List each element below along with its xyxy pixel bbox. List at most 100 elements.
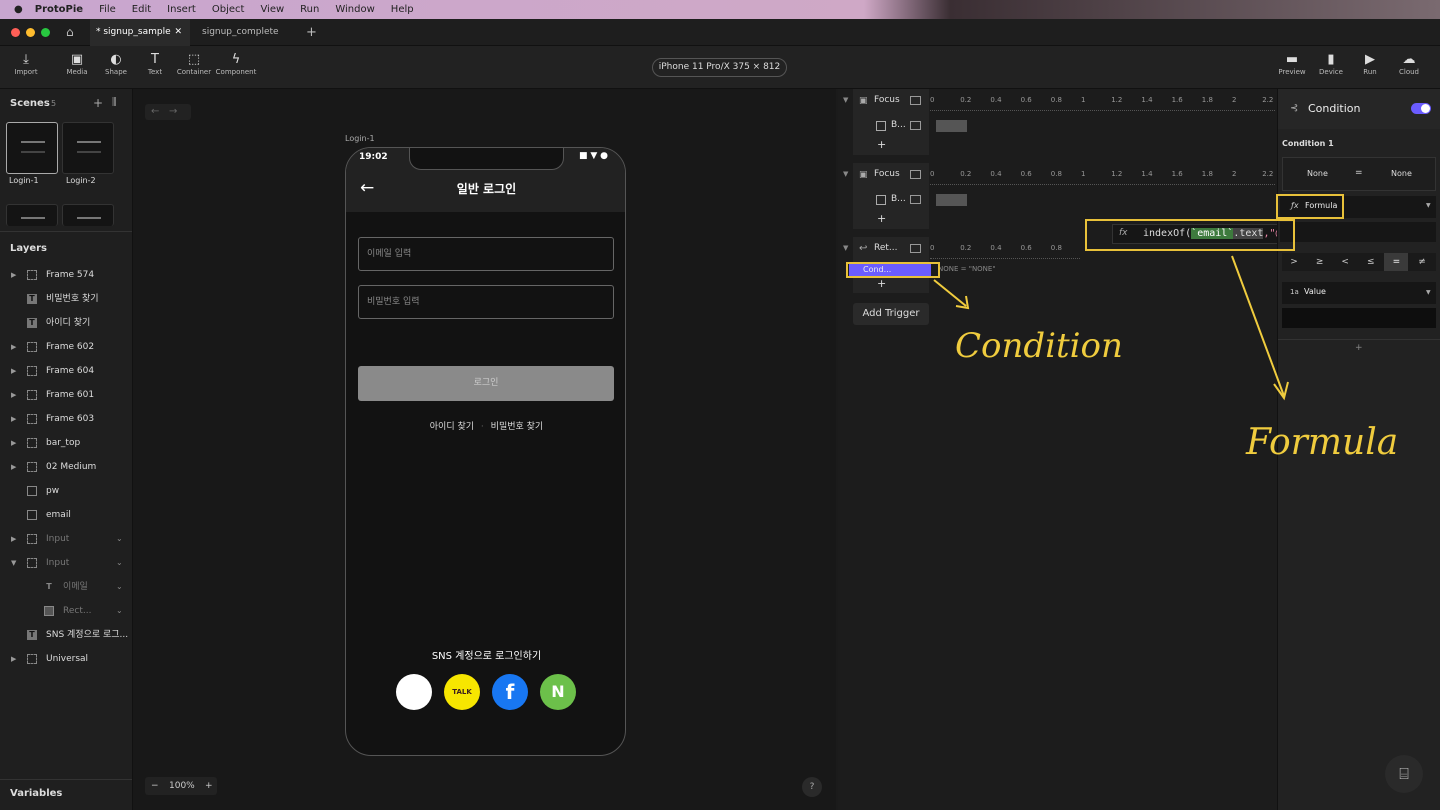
layer-row[interactable]: pw [0,479,132,503]
help-button[interactable]: ? [802,777,822,797]
visibility-chevron-icon[interactable]: ⌄ [116,575,123,599]
phone-frame[interactable]: 19:02 ■ ▼ ● ← 일반 로그인 이메일 입력 비밀번호 입력 로그인 … [345,147,626,756]
kakao-login-button[interactable]: TALK [444,674,480,710]
menu-file[interactable]: File [99,4,116,15]
timeline-ruler[interactable]: 00.20.40.60.811.21.41.61.822.2 [930,170,1275,186]
home-icon[interactable]: ⌂ [66,19,74,46]
operator-button[interactable]: > [1282,253,1306,271]
caret-right-icon[interactable]: ▶ [11,263,16,287]
menu-view[interactable]: View [260,4,284,15]
shape-button[interactable]: ◐ Shape [97,52,135,76]
visibility-chevron-icon[interactable]: ⌄ [116,551,123,575]
scene-thumb[interactable] [62,204,114,226]
caret-right-icon[interactable]: ▶ [11,359,16,383]
condition-left[interactable]: None [1307,169,1328,178]
redo-arrow-icon[interactable]: → [169,106,177,117]
visibility-chevron-icon[interactable]: ⌄ [116,527,123,551]
response-label[interactable]: B... [891,194,906,204]
find-pw-link[interactable]: 비밀번호 찾기 [491,422,544,432]
caret-right-icon[interactable]: ▶ [11,647,16,671]
minimize-window-button[interactable] [26,28,35,37]
layer-row[interactable]: ▶ Universal [0,647,132,671]
add-scene-button[interactable]: + [93,96,103,110]
naver-login-button[interactable]: N [540,674,576,710]
tab-signup-sample[interactable]: * signup_sample ✕ [90,19,190,46]
collapse-icon[interactable]: ▼ [843,96,848,104]
layer-row[interactable]: Rect... ⌄ [0,599,132,623]
device-selector[interactable]: iPhone 11 Pro/X 375 × 812 [652,58,787,77]
layer-row[interactable]: ▶ bar_top [0,431,132,455]
menu-run[interactable]: Run [300,4,319,15]
component-button[interactable]: ϟ Component [215,52,257,76]
scene-thumb-login-1[interactable] [6,122,58,174]
caret-right-icon[interactable]: ▶ [11,527,16,551]
operator-button[interactable]: = [1384,253,1409,271]
add-trigger-button[interactable]: Add Trigger [853,303,929,325]
operator-button[interactable]: ≥ [1308,253,1332,271]
response-label[interactable]: B... [891,120,906,130]
caret-down-icon[interactable]: ▼ [11,551,16,575]
menu-help[interactable]: Help [391,4,414,15]
value-input[interactable] [1282,308,1436,328]
layer-row[interactable]: ▶ Frame 601 [0,383,132,407]
run-button[interactable]: ▶ Run [1351,52,1389,76]
scene-thumb-login-2[interactable] [62,122,114,174]
layer-row[interactable]: ▶ Frame 604 [0,359,132,383]
visibility-chevron-icon[interactable]: ⌄ [116,599,123,623]
login-button[interactable]: 로그인 [358,366,614,401]
layer-row[interactable]: ▶ Frame 574 [0,263,132,287]
app-menu[interactable]: ProtoPie [35,4,83,15]
response-bar[interactable] [936,194,967,206]
menu-window[interactable]: Window [335,4,374,15]
value-select[interactable]: 1a Value ▼ [1282,282,1436,304]
add-tab-button[interactable]: + [306,19,317,46]
zoom-window-button[interactable] [41,28,50,37]
layer-row[interactable]: ▶ 02 Medium [0,455,132,479]
import-button[interactable]: ⤓ Import [7,52,45,76]
close-window-button[interactable] [11,28,20,37]
layer-row[interactable]: T 이메일 ⌄ [0,575,132,599]
close-tab-icon[interactable]: ✕ [174,19,182,46]
layer-row[interactable]: ▶ Frame 603 [0,407,132,431]
operator-button[interactable]: ≠ [1410,253,1434,271]
response-bar[interactable] [936,120,967,132]
add-response-button[interactable]: + [877,277,886,290]
zoom-in-button[interactable]: + [205,777,213,795]
text-button[interactable]: T Text [136,52,174,76]
email-field[interactable]: 이메일 입력 [358,237,614,271]
caret-right-icon[interactable]: ▶ [11,431,16,455]
scan-text-icon[interactable]: ⌸ [1385,755,1423,793]
collapse-icon[interactable]: ▼ [843,244,848,252]
facebook-login-button[interactable]: f [492,674,528,710]
apple-icon[interactable]: ● [14,4,23,15]
operator-button[interactable]: < [1333,253,1357,271]
menu-object[interactable]: Object [212,4,245,15]
add-response-button[interactable]: + [877,212,886,225]
preview-button[interactable]: ▬ Preview [1273,52,1311,76]
caret-right-icon[interactable]: ▶ [11,335,16,359]
zoom-out-button[interactable]: − [151,777,159,795]
layer-row[interactable]: email [0,503,132,527]
condition-right[interactable]: None [1391,169,1412,178]
add-condition-button[interactable]: + [1355,343,1363,353]
layer-row[interactable]: ▼ Input ⌄ [0,551,132,575]
menu-edit[interactable]: Edit [132,4,151,15]
layer-row[interactable]: T SNS 계정으로 로그... [0,623,132,647]
layer-row[interactable]: T 아이디 찾기 [0,311,132,335]
condition-toggle[interactable] [1411,103,1431,114]
apple-login-button[interactable] [396,674,432,710]
timeline-ruler[interactable]: 00.20.40.60.811.21.41.61.822.2 [930,244,1080,260]
caret-right-icon[interactable]: ▶ [11,455,16,479]
trigger-focus-1[interactable]: ▣ Focus B... + [853,89,929,155]
container-button[interactable]: ⬚ Container [175,52,213,76]
zoom-level[interactable]: 100% [169,777,195,795]
caret-right-icon[interactable]: ▶ [11,383,16,407]
undo-arrow-icon[interactable]: ← [151,106,159,117]
layer-row[interactable]: ▶ Input ⌄ [0,527,132,551]
collapse-icon[interactable]: ▼ [843,170,848,178]
trigger-focus-2[interactable]: ▣ Focus B... + [853,163,929,229]
operator-button[interactable]: ≤ [1359,253,1383,271]
scene-view-icon[interactable]: ⫼ [112,97,117,108]
device-button[interactable]: ▮ Device [1312,52,1350,76]
cloud-button[interactable]: ☁ Cloud [1390,52,1428,76]
